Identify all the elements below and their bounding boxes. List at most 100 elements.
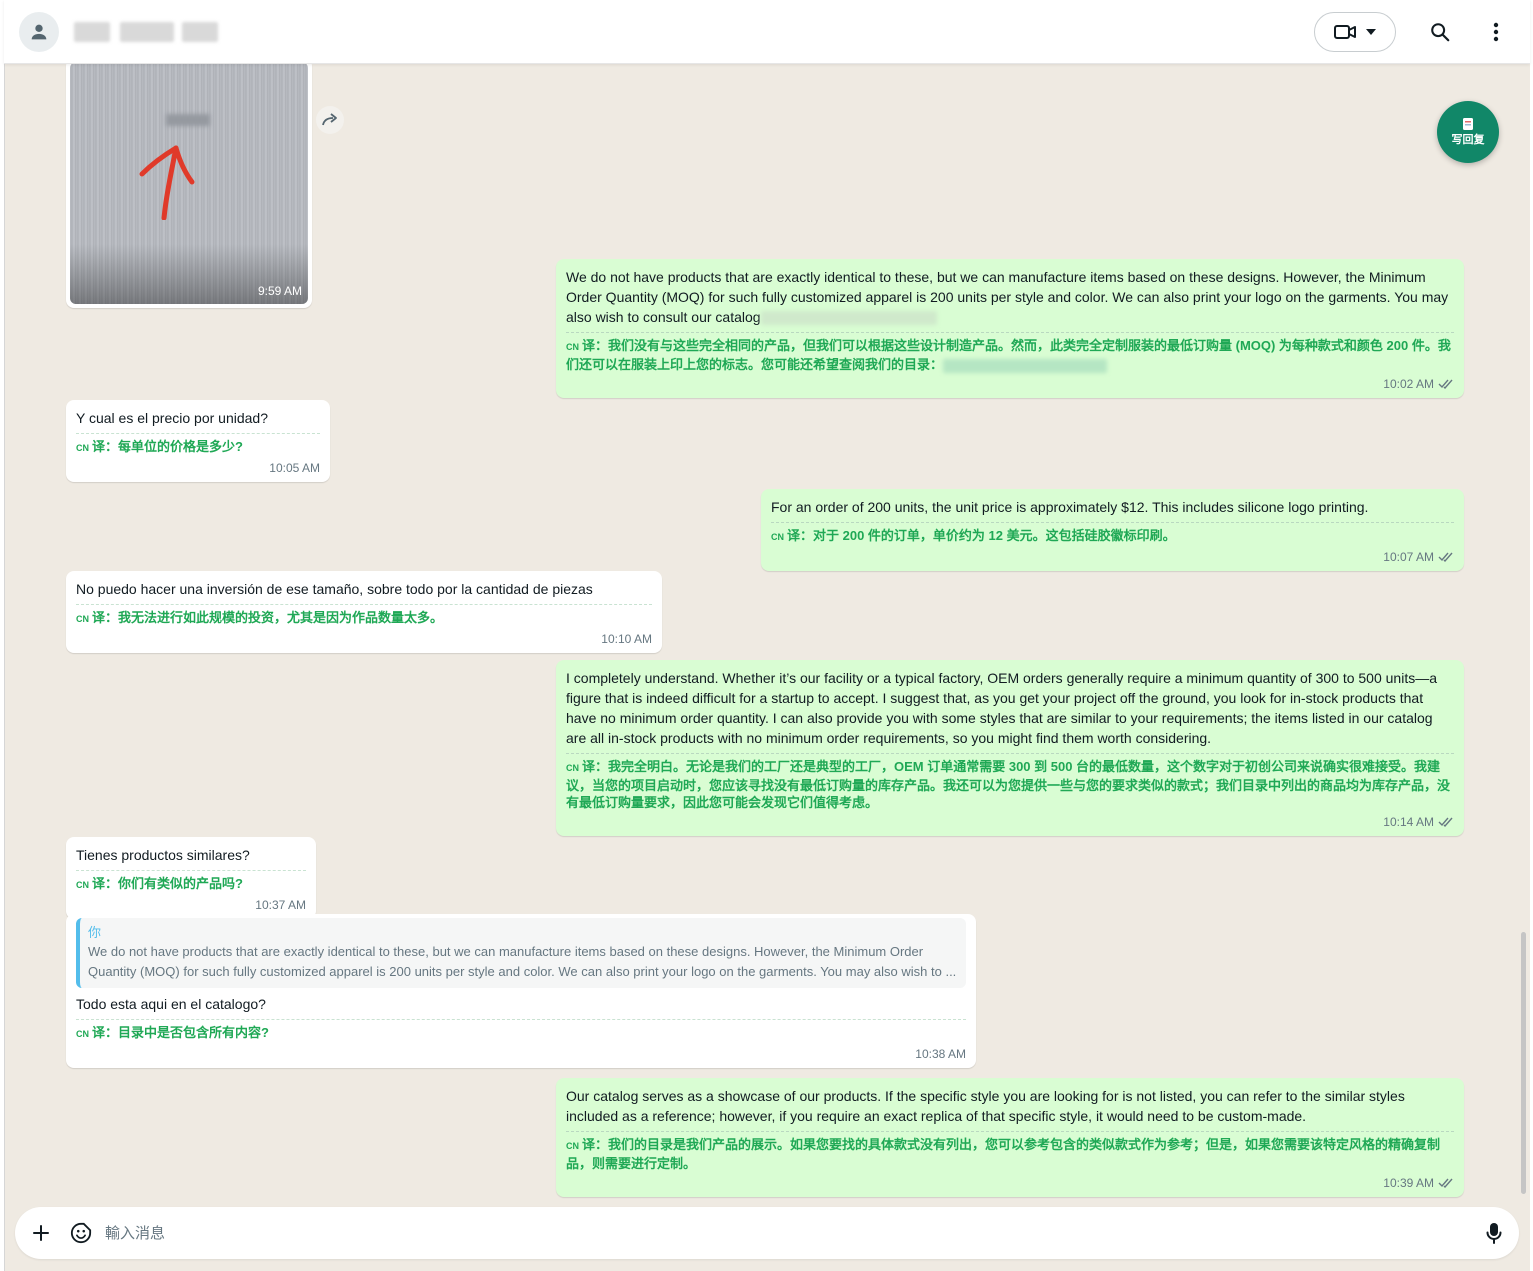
double-check-icon bbox=[1438, 552, 1453, 562]
translation-lang: CN bbox=[76, 614, 89, 624]
message-text: We do not have products that are exactly… bbox=[566, 269, 1449, 325]
translation-wrap: CN 译：目录中是否包含所有内容? bbox=[76, 1024, 966, 1043]
double-check-icon bbox=[1438, 817, 1453, 827]
translation-lang: CN bbox=[76, 1029, 89, 1039]
message-time: 10:38 AM bbox=[915, 1047, 966, 1061]
message-list: 9:59 AM We do not have products that are… bbox=[4, 64, 1530, 1204]
contact-name-redacted[interactable] bbox=[74, 22, 110, 42]
document-icon bbox=[1463, 118, 1473, 130]
quote-author: 你 bbox=[88, 925, 102, 940]
translation-lang: CN bbox=[76, 443, 89, 453]
sticker-emoji-icon bbox=[70, 1222, 92, 1244]
incoming-reply-message[interactable]: 你 We do not have products that are exact… bbox=[66, 914, 976, 1068]
search-icon bbox=[1431, 23, 1450, 42]
plus-icon bbox=[33, 1225, 49, 1241]
write-reply-button[interactable]: 写回复 bbox=[1437, 101, 1499, 163]
message-text: Tienes productos similares? bbox=[76, 847, 250, 863]
translation-divider bbox=[76, 604, 652, 605]
outgoing-message[interactable]: Our catalog serves as a showcase of our … bbox=[556, 1078, 1464, 1197]
message-meta: 10:37 AM bbox=[76, 897, 306, 913]
message-meta: 10:10 AM bbox=[76, 631, 652, 647]
contact-name-redacted-3[interactable] bbox=[182, 22, 218, 42]
translation-divider bbox=[76, 1019, 966, 1020]
quote-text: We do not have products that are exactly… bbox=[88, 944, 957, 979]
video-camera-icon bbox=[1334, 25, 1356, 39]
message-time: 10:05 AM bbox=[269, 461, 320, 475]
message-meta: 10:38 AM bbox=[76, 1046, 966, 1062]
double-check-icon bbox=[1438, 379, 1453, 389]
translation-divider bbox=[76, 433, 320, 434]
translation-divider bbox=[566, 753, 1454, 754]
translation-text: 译：目录中是否包含所有内容? bbox=[92, 1025, 269, 1040]
translation-lang: CN bbox=[566, 342, 579, 352]
forward-button[interactable] bbox=[316, 106, 344, 134]
image-blurred-text bbox=[166, 114, 210, 126]
message-time: 9:59 AM bbox=[257, 284, 302, 298]
search-button[interactable] bbox=[1426, 18, 1454, 46]
outgoing-message[interactable]: We do not have products that are exactly… bbox=[556, 259, 1464, 398]
message-text: For an order of 200 units, the unit pric… bbox=[771, 499, 1369, 515]
redacted-link-translation[interactable] bbox=[943, 358, 1108, 373]
redacted-link[interactable] bbox=[760, 311, 937, 326]
red-arrow-annotation bbox=[139, 145, 195, 220]
double-check-icon bbox=[1438, 1178, 1453, 1188]
message-time: 10:39 AM bbox=[1383, 1176, 1434, 1190]
attach-button[interactable] bbox=[29, 1221, 53, 1245]
message-input[interactable] bbox=[105, 1217, 1465, 1249]
image-thumbnail[interactable]: 9:59 AM bbox=[70, 64, 308, 304]
incoming-message[interactable]: Y cual es el precio por unidad? CN 译：每单位的… bbox=[66, 400, 330, 482]
incoming-message[interactable]: No puedo hacer una inversión de ese tama… bbox=[66, 571, 662, 653]
write-reply-label: 写回复 bbox=[1451, 134, 1485, 146]
more-vertical-icon bbox=[1493, 22, 1499, 42]
chevron-down-icon bbox=[1366, 29, 1376, 35]
translation-text: 译：每单位的价格是多少? bbox=[92, 439, 243, 454]
contact-name-redacted-2[interactable] bbox=[120, 22, 174, 42]
quoted-message[interactable]: 你 We do not have products that are exact… bbox=[76, 918, 966, 988]
translation-wrap: CN 译：每单位的价格是多少? bbox=[76, 438, 320, 457]
message-text: Y cual es el precio por unidad? bbox=[76, 410, 268, 426]
outgoing-message[interactable]: I completely understand. Whether it’s ou… bbox=[556, 660, 1464, 836]
chat-header bbox=[4, 0, 1530, 64]
emoji-button[interactable] bbox=[69, 1221, 93, 1245]
incoming-message[interactable]: Tienes productos similares? CN 译：你们有类似的产品… bbox=[66, 837, 316, 919]
translation-text: 译：我无法进行如此规模的投资，尤其是因为作品数量太多。 bbox=[92, 610, 444, 625]
translation-divider bbox=[76, 870, 306, 871]
message-time: 10:07 AM bbox=[1383, 550, 1434, 564]
message-time: 10:02 AM bbox=[1383, 377, 1434, 391]
message-time: 10:37 AM bbox=[255, 898, 306, 912]
message-text: Todo esta aqui en el catalogo? bbox=[76, 996, 266, 1012]
menu-button[interactable] bbox=[1482, 18, 1510, 46]
message-text: I completely understand. Whether it’s ou… bbox=[566, 670, 1437, 746]
translation-lang: CN bbox=[566, 763, 579, 773]
message-time: 10:10 AM bbox=[601, 632, 652, 646]
translation-wrap: CN 译：对于 200 件的订单，单价约为 12 美元。这包括硅胶徽标印刷。 bbox=[771, 527, 1454, 546]
voice-record-button[interactable] bbox=[1482, 1221, 1506, 1245]
forward-icon bbox=[322, 113, 337, 126]
translation-text: 译：我们的目录是我们产品的展示。如果您要找的具体款式没有列出，您可以参考包含的类… bbox=[566, 1137, 1441, 1171]
translation-text: 译：我完全明白。无论是我们的工厂还是典型的工厂，OEM 订单通常需要 300 到… bbox=[566, 759, 1451, 810]
message-meta: 10:05 AM bbox=[76, 460, 320, 476]
video-call-button[interactable] bbox=[1314, 12, 1396, 52]
translation-divider bbox=[566, 1131, 1454, 1132]
image-message[interactable]: 9:59 AM bbox=[66, 64, 312, 308]
outgoing-message[interactable]: For an order of 200 units, the unit pric… bbox=[761, 489, 1464, 571]
message-text-wrap: We do not have products that are exactly… bbox=[566, 267, 1454, 327]
message-text: Our catalog serves as a showcase of our … bbox=[566, 1088, 1405, 1124]
translation-lang: CN bbox=[76, 880, 89, 890]
message-composer bbox=[15, 1207, 1519, 1259]
translation-wrap: CN 译：我们没有与这些完全相同的产品，但我们可以根据这些设计制造产品。然而，此类… bbox=[566, 337, 1454, 373]
microphone-icon bbox=[1486, 1223, 1502, 1244]
translation-text: 译：你们有类似的产品吗? bbox=[92, 876, 243, 891]
translation-text: 译：对于 200 件的订单，单价约为 12 美元。这包括硅胶徽标印刷。 bbox=[787, 528, 1176, 543]
translation-lang: CN bbox=[771, 532, 784, 542]
message-meta: 10:39 AM bbox=[566, 1175, 1454, 1191]
translation-divider bbox=[566, 332, 1454, 333]
message-text: No puedo hacer una inversión de ese tama… bbox=[76, 581, 593, 597]
translation-wrap: CN 译：我们的目录是我们产品的展示。如果您要找的具体款式没有列出，您可以参考包含… bbox=[566, 1136, 1454, 1172]
translation-wrap: CN 译：我完全明白。无论是我们的工厂还是典型的工厂，OEM 订单通常需要 300… bbox=[566, 758, 1454, 811]
contact-avatar[interactable] bbox=[19, 12, 59, 52]
translation-divider bbox=[771, 522, 1454, 523]
translation-lang: CN bbox=[566, 1141, 579, 1151]
chat-scrollbar[interactable] bbox=[1521, 932, 1526, 1194]
message-time: 10:14 AM bbox=[1383, 815, 1434, 829]
